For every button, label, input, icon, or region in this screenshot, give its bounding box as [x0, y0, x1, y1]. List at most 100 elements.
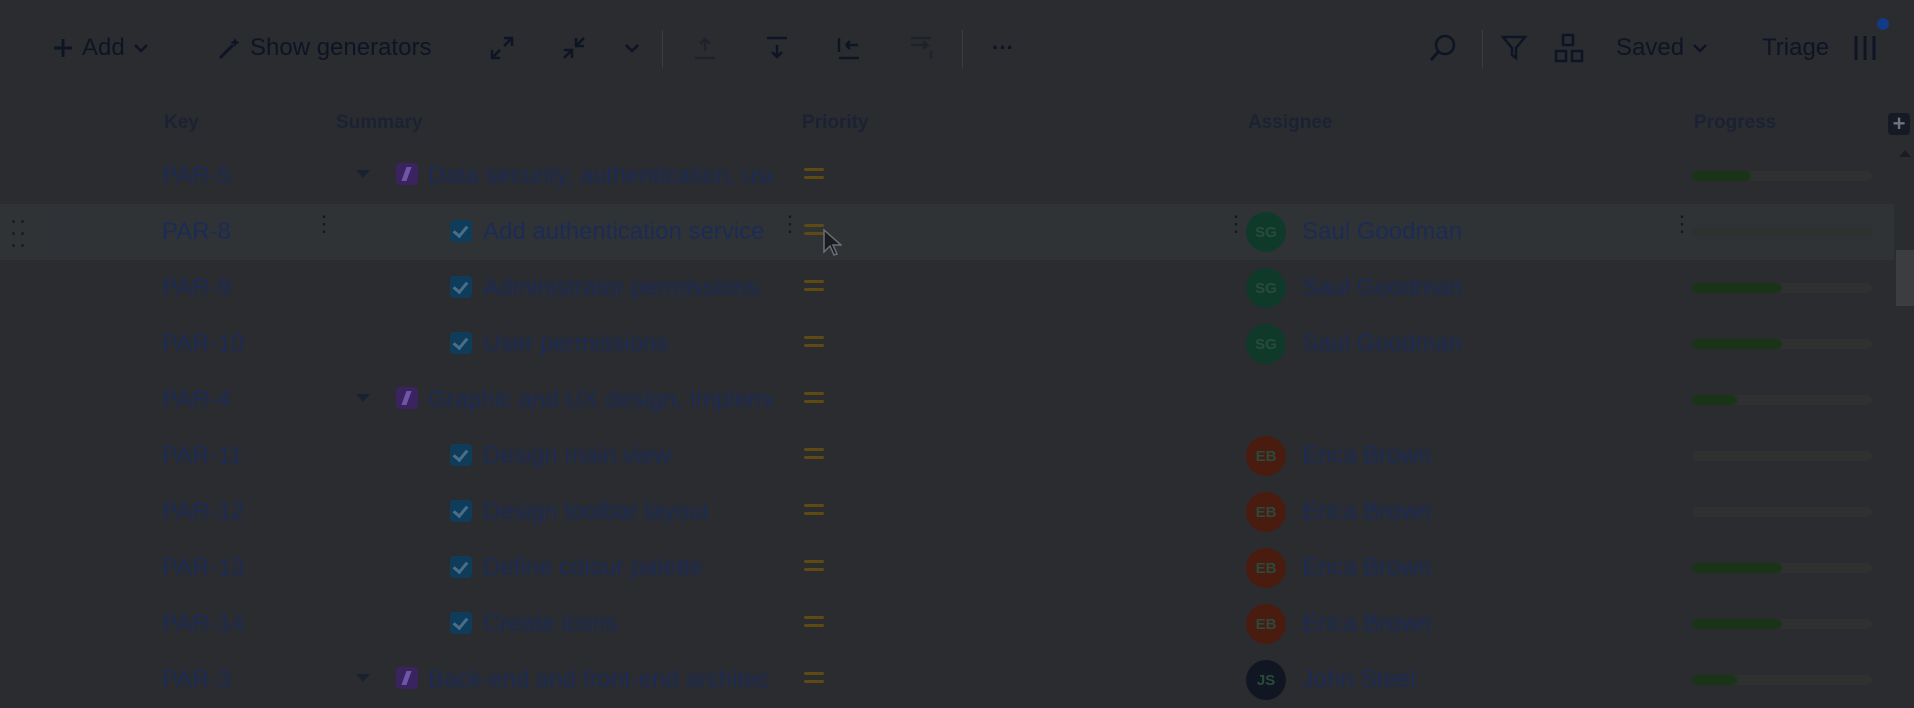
- add-label: Add: [82, 34, 125, 61]
- issue-key[interactable]: PAR-11: [162, 442, 242, 470]
- issue-key[interactable]: PAR-9: [162, 274, 231, 302]
- assignee-name[interactable]: John Steel: [1302, 666, 1415, 694]
- issue-key[interactable]: PAR-8: [162, 218, 231, 246]
- cell-menu-icon[interactable]: ⋮: [779, 213, 801, 235]
- table-row[interactable]: PAR-5 Data security, authentication, use: [0, 148, 1894, 204]
- row-menu-icon[interactable]: ⋮: [313, 213, 335, 235]
- table-row[interactable]: PAR-10 User permissions SG Saul Goodman: [0, 316, 1894, 372]
- assignee-name[interactable]: Erica Brown: [1302, 498, 1431, 526]
- table-row[interactable]: PAR-13 Define colour palette EB Erica Brown: [0, 540, 1894, 596]
- table-row[interactable]: ⋮ ⋮ ⋮ ⋮ PAR-8 Add authentication service SG Sau…: [0, 204, 1894, 260]
- expand-icon: [488, 34, 516, 62]
- show-generators-button[interactable]: Show generators: [216, 28, 431, 68]
- outdent-button[interactable]: [836, 28, 862, 68]
- priority-medium-icon[interactable]: [804, 559, 824, 573]
- avatar: EB: [1246, 436, 1286, 476]
- table-row[interactable]: PAR-12 Design toolbar layout EB Erica Brown: [0, 484, 1894, 540]
- issue-key[interactable]: PAR-13: [162, 554, 244, 582]
- expand-all-button[interactable]: [488, 28, 516, 68]
- priority-medium-icon[interactable]: [804, 391, 824, 405]
- expand-options-dropdown[interactable]: [624, 28, 640, 68]
- collapse-caret-icon[interactable]: [356, 394, 370, 402]
- column-header-assignee[interactable]: Assignee: [1248, 112, 1332, 134]
- collapse-icon: [560, 34, 588, 62]
- scrollbar-thumb[interactable]: [1896, 250, 1914, 306]
- collapse-all-button[interactable]: [560, 28, 588, 68]
- move-up-button[interactable]: [692, 28, 718, 68]
- add-button[interactable]: Add: [52, 28, 149, 68]
- issue-key[interactable]: PAR-12: [162, 498, 244, 526]
- column-header-key[interactable]: Key: [164, 112, 199, 134]
- search-button[interactable]: [1428, 28, 1458, 68]
- progress-bar: [1692, 171, 1872, 181]
- priority-medium-icon[interactable]: [804, 279, 824, 293]
- structure-button[interactable]: [1554, 28, 1584, 68]
- issue-summary[interactable]: Graphic and UX design, Impleme: [428, 386, 772, 414]
- column-header-summary[interactable]: Summary: [336, 112, 423, 134]
- priority-medium-icon[interactable]: [804, 223, 824, 237]
- toolbar-divider: [962, 30, 963, 68]
- add-column-button[interactable]: +: [1888, 113, 1910, 135]
- progress-fill: [1692, 283, 1782, 293]
- table-row[interactable]: PAR-4 Graphic and UX design, Impleme: [0, 372, 1894, 428]
- collapse-caret-icon[interactable]: [356, 170, 370, 178]
- assignee-name[interactable]: Saul Goodman: [1302, 274, 1462, 302]
- move-up-icon: [692, 35, 718, 61]
- issue-summary[interactable]: Add authentication service: [483, 218, 775, 246]
- issue-key[interactable]: PAR-3: [162, 666, 231, 694]
- plus-icon: [52, 37, 74, 59]
- assignee-name[interactable]: Erica Brown: [1302, 554, 1431, 582]
- issue-summary[interactable]: Data security, authentication, use: [428, 162, 772, 190]
- progress-fill: [1692, 339, 1782, 349]
- triage-button[interactable]: Triage: [1762, 28, 1829, 68]
- progress-bar: [1692, 395, 1872, 405]
- more-horizontal-icon: ···: [992, 35, 1014, 60]
- priority-medium-icon[interactable]: [804, 671, 824, 685]
- move-down-button[interactable]: [764, 28, 790, 68]
- issue-summary[interactable]: Design toolbar layout: [483, 498, 775, 526]
- priority-medium-icon[interactable]: [804, 447, 824, 461]
- columns-button[interactable]: [1852, 28, 1878, 68]
- more-actions-button[interactable]: ···: [992, 28, 1014, 68]
- issue-key[interactable]: PAR-10: [162, 330, 244, 358]
- toolbar-divider: [662, 30, 663, 68]
- triage-label: Triage: [1762, 34, 1830, 61]
- progress-bar: [1692, 339, 1872, 349]
- priority-medium-icon[interactable]: [804, 167, 824, 181]
- progress-bar: [1692, 619, 1872, 629]
- assignee-name[interactable]: Erica Brown: [1302, 610, 1431, 638]
- row-select-checkbox[interactable]: [50, 221, 78, 249]
- issue-key[interactable]: PAR-5: [162, 162, 231, 190]
- saved-views-dropdown[interactable]: Saved: [1616, 28, 1708, 68]
- column-header-progress[interactable]: Progress: [1694, 112, 1776, 134]
- assignee-name[interactable]: Erica Brown: [1302, 442, 1431, 470]
- issue-summary[interactable]: Back-end and front-end architec: [428, 666, 772, 694]
- assignee-name[interactable]: Saul Goodman: [1302, 330, 1462, 358]
- priority-medium-icon[interactable]: [804, 615, 824, 629]
- table-row[interactable]: PAR-3 Back-end and front-end architec JS Jo…: [0, 652, 1894, 708]
- issue-summary[interactable]: Administrator permissions: [483, 274, 775, 302]
- cell-menu-icon[interactable]: ⋮: [1225, 213, 1247, 235]
- issue-summary[interactable]: Design main view: [483, 442, 775, 470]
- progress-bar: [1692, 675, 1872, 685]
- table-row[interactable]: PAR-14 Create icons EB Erica Brown: [0, 596, 1894, 652]
- column-header-priority[interactable]: Priority: [802, 112, 869, 134]
- issue-summary[interactable]: Define colour palette: [483, 554, 775, 582]
- priority-medium-icon[interactable]: [804, 335, 824, 349]
- scroll-up-arrow-icon[interactable]: [1899, 150, 1911, 157]
- issue-summary[interactable]: User permissions: [483, 330, 775, 358]
- filter-button[interactable]: [1500, 28, 1528, 68]
- cell-menu-icon[interactable]: ⋮: [1671, 213, 1693, 235]
- task-icon: [450, 556, 472, 578]
- priority-medium-icon[interactable]: [804, 503, 824, 517]
- avatar: SG: [1246, 324, 1286, 364]
- indent-button[interactable]: [908, 28, 934, 68]
- issue-key[interactable]: PAR-14: [162, 610, 244, 638]
- table-row[interactable]: PAR-11 Design main view EB Erica Brown: [0, 428, 1894, 484]
- drag-handle-icon[interactable]: [12, 216, 26, 250]
- issue-key[interactable]: PAR-4: [162, 386, 231, 414]
- collapse-caret-icon[interactable]: [356, 674, 370, 682]
- assignee-name[interactable]: Saul Goodman: [1302, 218, 1462, 246]
- table-row[interactable]: PAR-9 Administrator permissions SG Saul Goo…: [0, 260, 1894, 316]
- issue-summary[interactable]: Create icons: [483, 610, 775, 638]
